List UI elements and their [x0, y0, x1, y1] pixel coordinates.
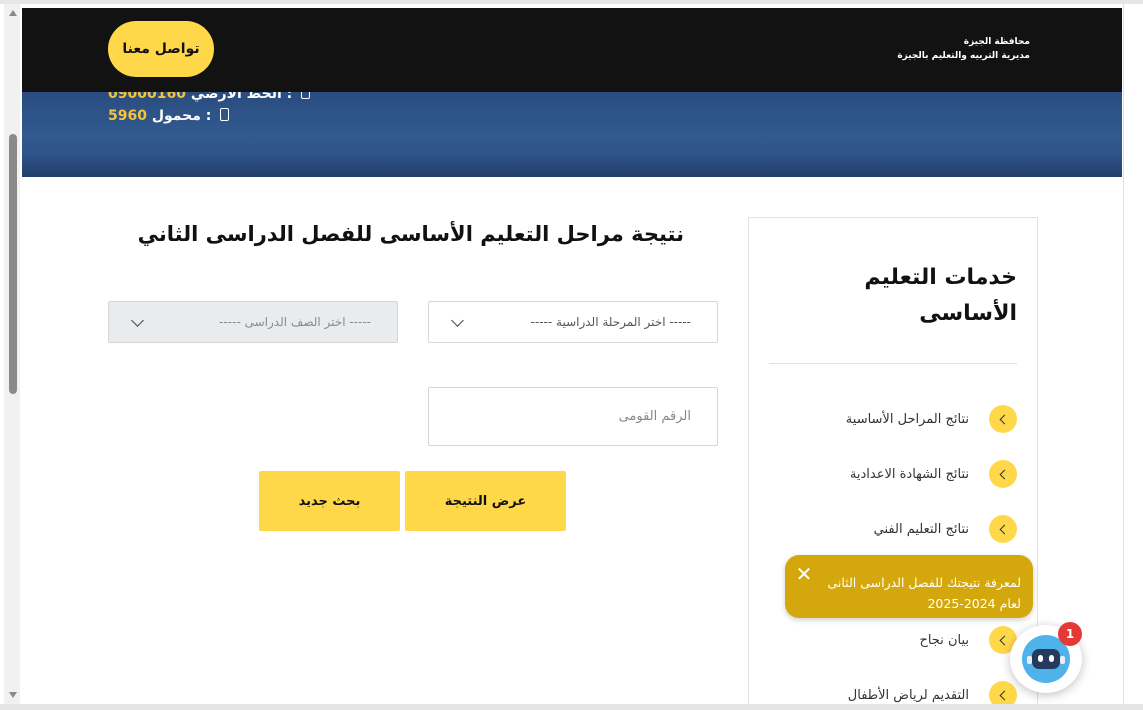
- landline-label: الخط الأرضي :: [190, 92, 293, 102]
- sidebar-item-basic-stages-results[interactable]: نتائج المراحل الأساسية: [767, 404, 1017, 434]
- toast-message: لمعرفة نتيجتك للفصل الدراسى الثانى لعام …: [827, 575, 1021, 611]
- stage-select-value: ----- اختر المرحلة الدراسية -----: [530, 315, 691, 329]
- stage-select[interactable]: ----- اختر المرحلة الدراسية -----: [428, 301, 718, 343]
- grade-select-value: ----- اختر الصف الدراسى -----: [219, 315, 371, 329]
- chevron-left-icon: [989, 405, 1017, 433]
- chevron-left-icon: [989, 460, 1017, 488]
- banner-background-image: [22, 153, 1122, 177]
- chevron-left-icon: [989, 515, 1017, 543]
- sidebar-divider: [769, 363, 1017, 364]
- logo-line-directorate: مديرية التربيه والتعليم بالجيزة: [897, 51, 1030, 61]
- sidebar-item-label: بيان نجاح: [919, 632, 969, 648]
- close-icon[interactable]: ✕: [794, 564, 814, 584]
- scroll-up-icon[interactable]: [9, 10, 17, 16]
- logo-line-governorate: محافظة الجيزة: [963, 37, 1030, 47]
- site-header: تواصل معنا محافظة الجيزة مديرية التربيه …: [22, 8, 1122, 92]
- chevron-down-icon: [451, 314, 464, 327]
- mobile-icon: [220, 108, 230, 121]
- sidebar-item-label: التقديم لرياض الأطفال: [847, 687, 969, 703]
- sidebar-item-success-statement[interactable]: بيان نجاح: [767, 625, 1017, 655]
- new-search-button[interactable]: بحث جديد: [259, 471, 400, 531]
- window-bottom-edge: [0, 704, 1143, 710]
- sidebar-item-technical-education-results[interactable]: نتائج التعليم الفني: [767, 514, 1017, 544]
- sidebar-item-label: نتائج الشهادة الاعدادية: [849, 466, 969, 482]
- scrollbar-thumb[interactable]: [9, 134, 17, 394]
- result-notification-toast[interactable]: لمعرفة نتيجتك للفصل الدراسى الثانى لعام …: [785, 555, 1033, 618]
- directorate-logo[interactable]: محافظة الجيزة مديرية التربيه والتعليم با…: [897, 35, 1030, 63]
- contact-us-button[interactable]: تواصل معنا: [108, 21, 214, 77]
- services-sidebar: خدمات التعليم الأساسى نتائج المراحل الأس…: [748, 217, 1038, 710]
- browser-viewport: تواصل معنا محافظة الجيزة مديرية التربيه …: [0, 0, 1143, 710]
- mobile-number[interactable]: 5960: [108, 108, 147, 124]
- window-top-border: [0, 0, 1143, 4]
- sidebar-item-label: نتائج المراحل الأساسية: [845, 411, 969, 427]
- chevron-down-icon: [131, 314, 144, 327]
- hero-banner: 09000160 الخط الأرضي : 5960 محمول :: [22, 92, 1122, 177]
- scroll-down-icon[interactable]: [9, 692, 17, 698]
- page-title: نتيجة مراحل التعليم الأساسى للفصل الدراس…: [137, 222, 684, 246]
- show-result-button[interactable]: عرض النتيجة: [405, 471, 566, 531]
- mobile-contact: 5960 محمول :: [108, 108, 233, 124]
- landline-number[interactable]: 09000160: [108, 92, 186, 102]
- vertical-scrollbar[interactable]: [4, 4, 20, 704]
- sidebar-item-prep-certificate-results[interactable]: نتائج الشهادة الاعدادية: [767, 459, 1017, 489]
- mobile-label: محمول :: [151, 108, 212, 124]
- sidebar-item-label: نتائج التعليم الفني: [873, 521, 969, 537]
- grade-select[interactable]: ----- اختر الصف الدراسى -----: [108, 301, 398, 343]
- national-id-input[interactable]: [428, 387, 718, 446]
- window-right-edge: [1123, 4, 1143, 706]
- sidebar-title: خدمات التعليم الأساسى: [864, 265, 1017, 326]
- phone-icon: [301, 92, 311, 99]
- notification-badge: 1: [1058, 622, 1082, 646]
- landline-contact: 09000160 الخط الأرضي :: [108, 92, 314, 102]
